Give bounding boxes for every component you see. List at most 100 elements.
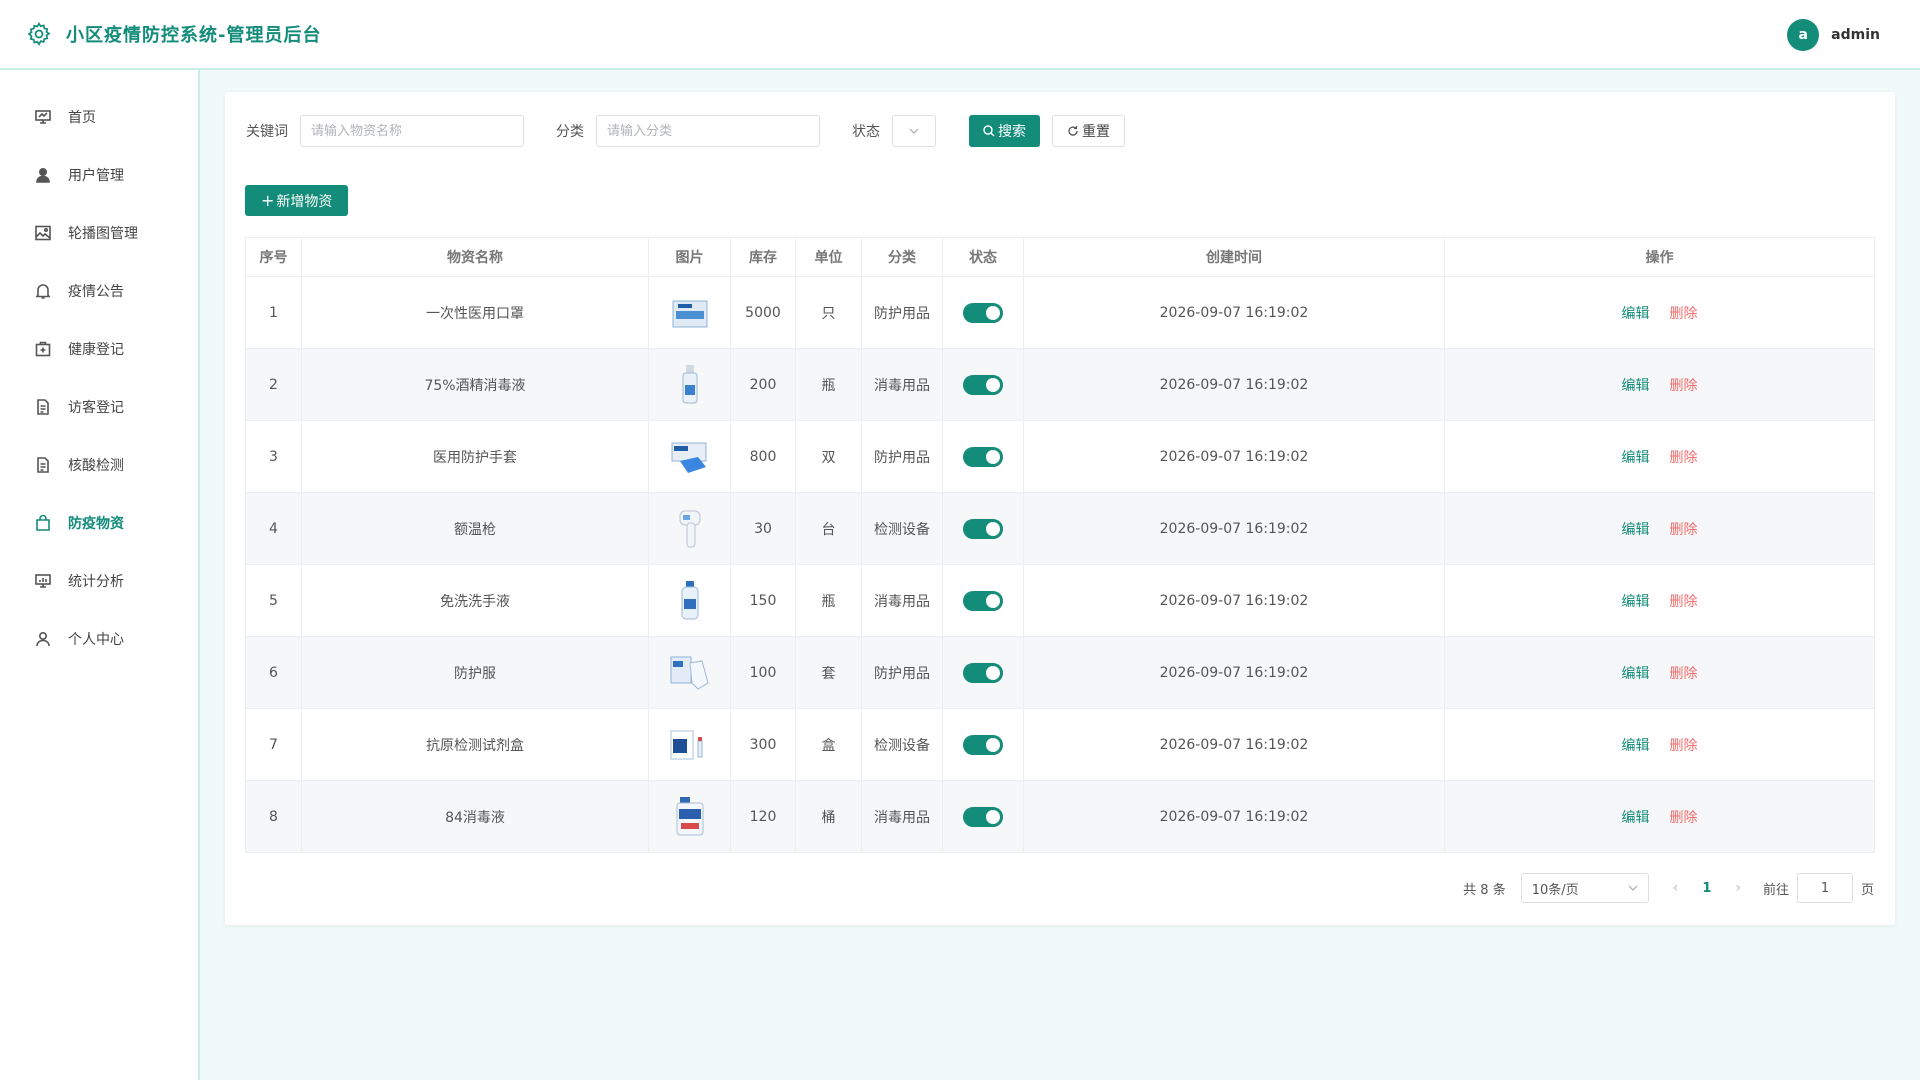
supply-image[interactable] xyxy=(666,575,714,627)
row-index: 7 xyxy=(245,708,302,781)
delete-link[interactable]: 删除 xyxy=(1670,810,1698,826)
category: 检测设备 xyxy=(861,492,943,565)
status-toggle[interactable] xyxy=(963,734,1003,755)
search-button[interactable]: 搜索 xyxy=(969,115,1040,147)
stock: 30 xyxy=(730,492,796,565)
page-size-select[interactable]: 10条/页 xyxy=(1520,873,1649,903)
add-supply-button[interactable]: + 新增物资 xyxy=(245,185,349,216)
sidebar-item-carousel[interactable]: 轮播图管理 xyxy=(0,204,198,262)
delete-link[interactable]: 删除 xyxy=(1670,522,1698,538)
sidebar-item-home[interactable]: 首页 xyxy=(0,88,198,146)
page-number-current[interactable]: 1 xyxy=(1702,881,1711,896)
supply-image[interactable] xyxy=(666,719,714,771)
edit-link[interactable]: 编辑 xyxy=(1622,810,1650,826)
created-time: 2026-09-07 16:19:02 xyxy=(1023,636,1445,709)
delete-link[interactable]: 删除 xyxy=(1670,378,1698,394)
sidebar-item-health[interactable]: 健康登记 xyxy=(0,320,198,378)
row-index: 5 xyxy=(245,564,302,637)
unit: 桶 xyxy=(795,780,862,853)
unit: 瓶 xyxy=(795,348,862,421)
search-button-label: 搜索 xyxy=(998,124,1026,140)
delete-link[interactable]: 删除 xyxy=(1670,450,1698,466)
supply-image-cell xyxy=(648,708,731,781)
medical-box-icon xyxy=(35,341,51,357)
sidebar-item-label: 访客登记 xyxy=(68,400,124,416)
delete-link[interactable]: 删除 xyxy=(1670,666,1698,682)
row-index: 8 xyxy=(245,780,302,853)
plus-icon: + xyxy=(261,191,275,210)
refresh-icon xyxy=(1068,126,1078,136)
status-toggle[interactable] xyxy=(963,374,1003,395)
delete-link[interactable]: 删除 xyxy=(1670,738,1698,754)
stock: 5000 xyxy=(730,276,796,349)
status-toggle[interactable] xyxy=(963,518,1003,539)
goto-page-input[interactable]: 1 xyxy=(1796,873,1853,903)
edit-link[interactable]: 编辑 xyxy=(1622,450,1650,466)
created-time: 2026-09-07 16:19:02 xyxy=(1023,420,1445,493)
user-menu[interactable]: a admin xyxy=(1787,19,1880,51)
supply-image[interactable] xyxy=(666,287,714,339)
supply-image[interactable] xyxy=(666,431,714,483)
keyword-input[interactable] xyxy=(300,115,524,147)
status-toggle[interactable] xyxy=(963,446,1003,467)
status-cell xyxy=(942,708,1024,781)
sidebar-item-stats[interactable]: 统计分析 xyxy=(0,552,198,610)
edit-link[interactable]: 编辑 xyxy=(1622,306,1650,322)
status-toggle[interactable] xyxy=(963,806,1003,827)
table-row: 4 额温枪 30 台检测设备 2026-09-07 16:19:02 编辑 删除 xyxy=(245,492,1875,565)
edit-link[interactable]: 编辑 xyxy=(1622,738,1650,754)
category-input[interactable] xyxy=(596,115,820,147)
avatar[interactable]: a xyxy=(1787,19,1820,51)
next-page-icon[interactable]: › xyxy=(1735,880,1741,896)
chevron-down-icon xyxy=(909,128,919,134)
sidebar-item-label: 核酸检测 xyxy=(68,458,124,474)
supply-image[interactable] xyxy=(666,359,714,411)
edit-link[interactable]: 编辑 xyxy=(1622,666,1650,682)
reset-button[interactable]: 重置 xyxy=(1052,115,1125,147)
edit-link[interactable]: 编辑 xyxy=(1622,522,1650,538)
category: 防护用品 xyxy=(861,420,943,493)
unit: 双 xyxy=(795,420,862,493)
sidebar-item-notice[interactable]: 疫情公告 xyxy=(0,262,198,320)
delete-link[interactable]: 删除 xyxy=(1670,306,1698,322)
sidebar-item-users[interactable]: 用户管理 xyxy=(0,146,198,204)
sidebar-item-supplies[interactable]: 防疫物资 xyxy=(0,494,198,552)
status-toggle[interactable] xyxy=(963,662,1003,683)
status-select[interactable] xyxy=(892,115,936,147)
supply-name: 额温枪 xyxy=(301,492,649,565)
sidebar-item-label: 用户管理 xyxy=(68,168,124,184)
app-title: 小区疫情防控系统-管理员后台 xyxy=(66,25,322,46)
category: 消毒用品 xyxy=(861,564,943,637)
edit-link[interactable]: 编辑 xyxy=(1622,594,1650,610)
keyword-label: 关键词 xyxy=(246,124,288,140)
supply-image-cell xyxy=(648,276,731,349)
sidebar-item-nucleic[interactable]: 核酸检测 xyxy=(0,436,198,494)
table-row: 5 免洗洗手液 150 瓶消毒用品 2026-09-07 16:19:02 编辑 删除 xyxy=(245,564,1875,637)
status-cell xyxy=(942,636,1024,709)
created-time: 2026-09-07 16:19:02 xyxy=(1023,492,1445,565)
actions-cell: 编辑 删除 xyxy=(1444,492,1875,565)
chevron-down-icon xyxy=(1628,885,1638,891)
sidebar: 首页 用户管理 轮播图管理 疫情公告 健康登记 访客登记 核酸检测 防疫物资 统… xyxy=(0,70,200,1080)
sidebar-item-label: 统计分析 xyxy=(68,574,124,590)
status-toggle[interactable] xyxy=(963,590,1003,611)
page-size-value: 10条/页 xyxy=(1531,882,1579,898)
supply-image[interactable] xyxy=(666,503,714,555)
status-toggle[interactable] xyxy=(963,302,1003,323)
created-time: 2026-09-07 16:19:02 xyxy=(1023,780,1445,853)
supply-image-cell xyxy=(648,564,731,637)
search-bar: 关键词 分类 状态 搜索 重置 xyxy=(246,115,1125,147)
delete-link[interactable]: 删除 xyxy=(1670,594,1698,610)
stock: 100 xyxy=(730,636,796,709)
supply-image[interactable] xyxy=(666,791,714,843)
category: 消毒用品 xyxy=(861,780,943,853)
add-supply-label: 新增物资 xyxy=(276,193,333,210)
sidebar-item-label: 轮播图管理 xyxy=(68,226,138,242)
sidebar-item-profile[interactable]: 个人中心 xyxy=(0,610,198,668)
sidebar-item-visitor[interactable]: 访客登记 xyxy=(0,378,198,436)
page-suffix: 页 xyxy=(1860,882,1874,898)
username[interactable]: admin xyxy=(1831,27,1880,43)
supply-image[interactable] xyxy=(666,647,714,699)
prev-page-icon[interactable]: ‹ xyxy=(1673,880,1679,896)
edit-link[interactable]: 编辑 xyxy=(1622,378,1650,394)
